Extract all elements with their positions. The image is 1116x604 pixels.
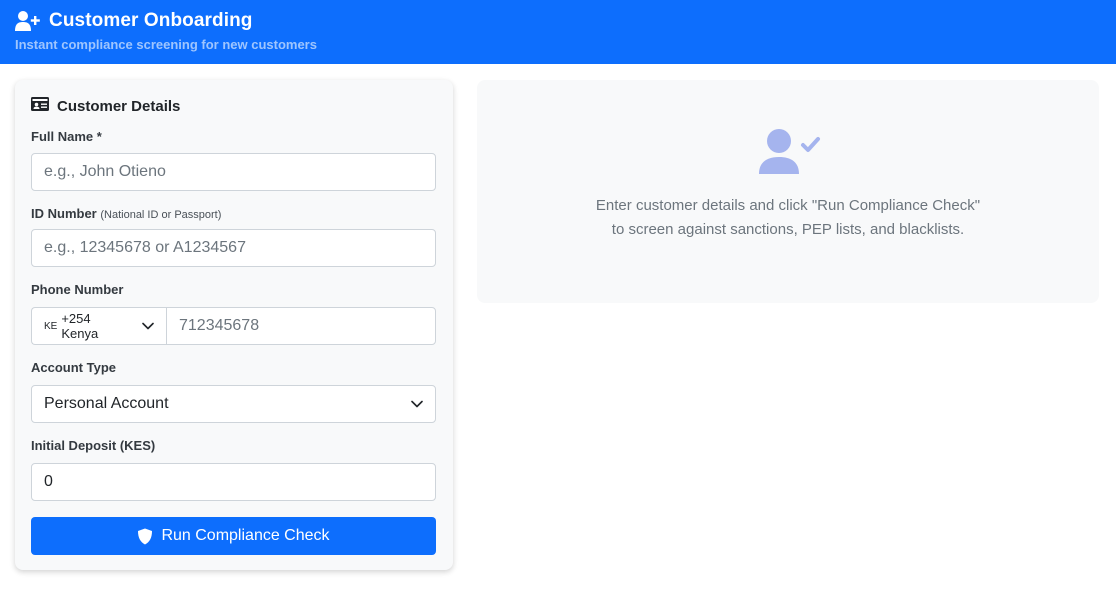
id-card-icon: [31, 96, 49, 116]
initial-deposit-label: Initial Deposit (KES): [31, 438, 156, 453]
page-subtitle: Instant compliance screening for new cus…: [15, 37, 317, 52]
phone-label: Phone Number: [31, 282, 124, 297]
account-type-label: Account Type: [31, 360, 116, 375]
account-type-select[interactable]: Personal Account: [31, 385, 436, 423]
initial-deposit-input[interactable]: [31, 463, 436, 501]
page-title: Customer Onboarding: [49, 10, 253, 31]
account-type-value: Personal Account: [44, 395, 169, 412]
flag-icon: KE: [44, 320, 58, 332]
id-number-label-text: ID Number: [31, 206, 97, 221]
id-number-input[interactable]: [31, 229, 436, 267]
chevron-down-icon: [142, 322, 154, 330]
run-compliance-check-label: Run Compliance Check: [161, 527, 330, 544]
result-panel: Enter customer details and click "Run Co…: [477, 80, 1099, 303]
app-header: Customer Onboarding Instant compliance s…: [0, 0, 1116, 64]
result-placeholder-line2: to screen against sanctions, PEP lists, …: [611, 221, 965, 238]
phone-field: KE +254 Kenya: [31, 307, 436, 345]
id-number-label: ID Number (National ID or Passport): [31, 206, 437, 221]
country-code-label: +254 Kenya: [61, 311, 99, 341]
run-compliance-check-button[interactable]: Run Compliance Check: [31, 517, 436, 555]
id-number-hint: (National ID or Passport): [100, 209, 222, 221]
shield-icon: [137, 528, 153, 545]
user-check-icon: [757, 126, 821, 178]
phone-input[interactable]: [166, 307, 436, 345]
country-code-select[interactable]: KE +254 Kenya: [31, 307, 166, 345]
full-name-input[interactable]: [31, 153, 436, 191]
full-name-label: Full Name *: [31, 129, 102, 144]
chevron-down-icon: [411, 400, 423, 408]
user-plus-icon: [15, 10, 41, 32]
card-title: Customer Details: [57, 97, 181, 115]
result-placeholder-text: Enter customer details and click "Run Co…: [477, 194, 1099, 242]
customer-details-card: Customer Details Full Name * ID Number (…: [15, 80, 453, 570]
result-placeholder-line1: Enter customer details and click "Run Co…: [595, 197, 981, 214]
